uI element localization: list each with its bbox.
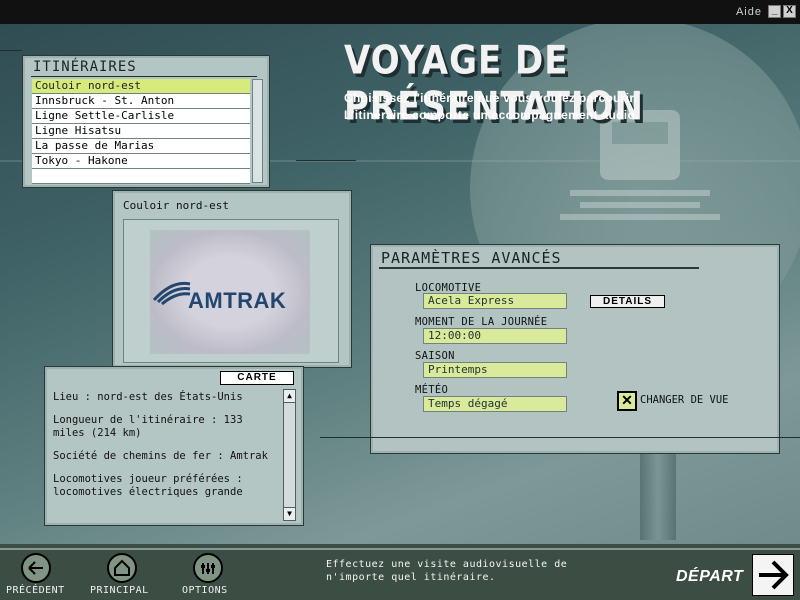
itineraries-rule — [31, 76, 257, 77]
time-of-day-label: MOMENT DE LA JOURNÉE — [415, 316, 548, 328]
info-locomotives: Locomotives joueur préférées : locomotiv… — [53, 473, 243, 498]
amtrak-logo-icon — [152, 281, 191, 306]
list-item[interactable]: Tokyo - Hakone — [32, 154, 250, 169]
main-menu-button[interactable] — [107, 553, 137, 583]
bottom-rule — [0, 548, 800, 550]
advanced-settings-heading: PARAMÈTRES AVANCÉS — [381, 249, 562, 267]
season-field[interactable]: Printemps — [423, 362, 567, 378]
arrow-left-icon — [28, 561, 43, 575]
previous-label: PRÉCÉDENT — [6, 585, 65, 596]
scroll-up-icon[interactable]: ▲ — [284, 390, 295, 403]
change-view-checkbox[interactable]: ✕ — [617, 391, 637, 411]
advanced-settings-panel: PARAMÈTRES AVANCÉS LOCOMOTIVE Acela Expr… — [370, 244, 780, 454]
itineraries-panel: ITINÉRAIRES Couloir nord-est Innsbruck -… — [22, 55, 270, 188]
map-button[interactable]: CARTE — [220, 371, 294, 385]
info-company: Société de chemins de fer : Amtrak — [53, 450, 268, 462]
route-preview-panel: Couloir nord-est AMTRAK — [112, 190, 352, 368]
arrow-right-icon — [759, 560, 789, 590]
change-view-label: CHANGER DE VUE — [640, 394, 729, 406]
options-label: OPTIONS — [182, 585, 228, 596]
itineraries-scrollbar[interactable] — [252, 79, 263, 183]
previous-button[interactable] — [21, 553, 51, 583]
route-info-panel: Lieu : nord-est des États-Unis Longueur … — [44, 366, 304, 526]
subtitle-line-1: Choisissez l'itinéraire que vous voulez … — [344, 91, 638, 105]
help-message: Effectuez une visite audiovisuelle de n'… — [326, 559, 568, 583]
info-scrollbar[interactable]: ▲ ▼ — [283, 389, 296, 521]
weather-field[interactable]: Temps dégagé — [423, 396, 567, 412]
scroll-down-icon[interactable]: ▼ — [284, 507, 295, 520]
route-preview-frame: AMTRAK — [123, 219, 339, 363]
time-of-day-field[interactable]: 12:00:00 — [423, 328, 567, 344]
itineraries-list: Couloir nord-est Innsbruck - St. Anton L… — [32, 79, 250, 184]
help-link[interactable]: Aide — [736, 6, 762, 18]
advanced-settings-rule — [379, 267, 699, 269]
list-item[interactable]: Ligne Hisatsu — [32, 124, 250, 139]
list-item-empty — [32, 169, 250, 184]
depart-label: DÉPART — [676, 568, 744, 585]
weather-label: MÉTÉO — [415, 384, 449, 396]
info-location: Lieu : nord-est des États-Unis — [53, 391, 243, 403]
decorative-line — [320, 437, 800, 438]
list-item[interactable]: La passe de Marias — [32, 139, 250, 154]
list-item[interactable]: Ligne Settle-Carlisle — [32, 109, 250, 124]
season-label: SAISON — [415, 350, 455, 362]
close-button[interactable]: X — [783, 5, 796, 18]
route-preview-image: AMTRAK — [150, 230, 310, 354]
subtitle-line-2: L'itinéraire comporte un accompagnement … — [344, 108, 639, 122]
amtrak-logo-text: AMTRAK — [188, 288, 287, 313]
page-subtitle: Choisissez l'itinéraire que vous voulez … — [344, 90, 639, 124]
title-bar — [0, 0, 800, 24]
options-button[interactable] — [193, 553, 223, 583]
main-menu-label: PRINCIPAL — [90, 585, 149, 596]
locomotive-field[interactable]: Acela Express — [423, 293, 567, 309]
minimize-button[interactable]: _ — [768, 5, 781, 18]
list-item[interactable]: Innsbruck - St. Anton — [32, 94, 250, 109]
decorative-line — [0, 50, 22, 51]
depart-button[interactable] — [752, 554, 794, 596]
home-icon — [114, 559, 130, 576]
details-button[interactable]: DETAILS — [590, 295, 665, 308]
options-icon — [201, 563, 215, 574]
itineraries-heading: ITINÉRAIRES — [33, 59, 137, 75]
list-item[interactable]: Couloir nord-est — [32, 79, 250, 94]
route-preview-title: Couloir nord-est — [123, 199, 229, 212]
decorative-line — [296, 160, 356, 161]
info-length: Longueur de l'itinéraire : 133 miles (21… — [53, 414, 243, 439]
route-info-text: Lieu : nord-est des États-Unis Longueur … — [53, 391, 277, 509]
